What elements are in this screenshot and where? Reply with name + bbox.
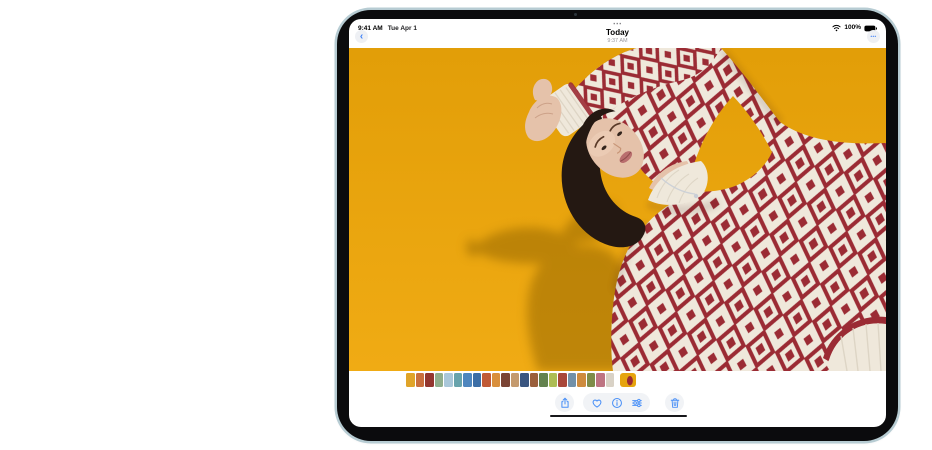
filmstrip-thumbnail[interactable] xyxy=(549,373,558,387)
share-button[interactable] xyxy=(555,393,574,412)
filmstrip-thumbnail[interactable] xyxy=(501,373,510,387)
status-date: Tue Apr 1 xyxy=(388,26,417,33)
filmstrip-thumbnail[interactable] xyxy=(511,373,520,387)
battery-percent: 100% xyxy=(844,25,861,32)
trash-icon xyxy=(669,397,681,409)
screen: 9:41 AM Tue Apr 1 100% xyxy=(349,19,886,427)
favorite-button[interactable] xyxy=(590,395,603,410)
ipad-device-frame: 9:41 AM Tue Apr 1 100% xyxy=(337,10,898,441)
filmstrip-thumbnail[interactable] xyxy=(406,373,415,387)
action-pill xyxy=(583,393,650,412)
photo-timestamp: 9:37 AM xyxy=(349,38,886,45)
sliders-icon xyxy=(631,397,643,409)
home-indicator[interactable] xyxy=(550,415,687,418)
filmstrip-thumbnail[interactable] xyxy=(454,373,463,387)
info-icon xyxy=(611,397,623,409)
filmstrip-thumbnail[interactable] xyxy=(435,373,444,387)
filmstrip-selected-thumbnail[interactable] xyxy=(620,373,636,387)
filmstrip-thumbnail[interactable] xyxy=(416,373,425,387)
filmstrip xyxy=(349,373,886,387)
filmstrip-thumbnail[interactable] xyxy=(492,373,501,387)
more-options-button[interactable]: ••• xyxy=(867,30,880,43)
filmstrip-thumbnail[interactable] xyxy=(425,373,434,387)
filmstrip-thumbnail[interactable] xyxy=(558,373,567,387)
filmstrip-thumbnail[interactable] xyxy=(482,373,491,387)
filmstrip-thumbnail[interactable] xyxy=(606,373,615,387)
filmstrip-thumbnail[interactable] xyxy=(444,373,453,387)
photo-viewer[interactable] xyxy=(349,48,886,371)
heart-icon xyxy=(591,397,603,409)
adjust-button[interactable] xyxy=(630,395,643,410)
chevron-left-icon: ‹ xyxy=(360,31,363,42)
filmstrip-thumbnail[interactable] xyxy=(473,373,482,387)
filmstrip-thumbnail[interactable] xyxy=(587,373,596,387)
filmstrip-thumbnail[interactable] xyxy=(539,373,548,387)
multitask-indicator[interactable]: ⋯ xyxy=(613,19,623,28)
share-icon xyxy=(559,397,571,409)
filmstrip-thumbnails xyxy=(406,373,614,387)
filmstrip-thumbnail[interactable] xyxy=(568,373,577,387)
filmstrip-thumbnail[interactable] xyxy=(520,373,529,387)
filmstrip-thumbnail[interactable] xyxy=(596,373,605,387)
filmstrip-thumbnail[interactable] xyxy=(530,373,539,387)
delete-button[interactable] xyxy=(665,393,684,412)
info-button[interactable] xyxy=(610,395,623,410)
filmstrip-thumbnail[interactable] xyxy=(463,373,472,387)
front-camera xyxy=(574,13,577,16)
filmstrip-thumbnail[interactable] xyxy=(577,373,586,387)
wifi-icon xyxy=(832,24,841,32)
ellipsis-icon: ••• xyxy=(871,34,877,39)
back-button[interactable]: ‹ xyxy=(355,30,368,43)
